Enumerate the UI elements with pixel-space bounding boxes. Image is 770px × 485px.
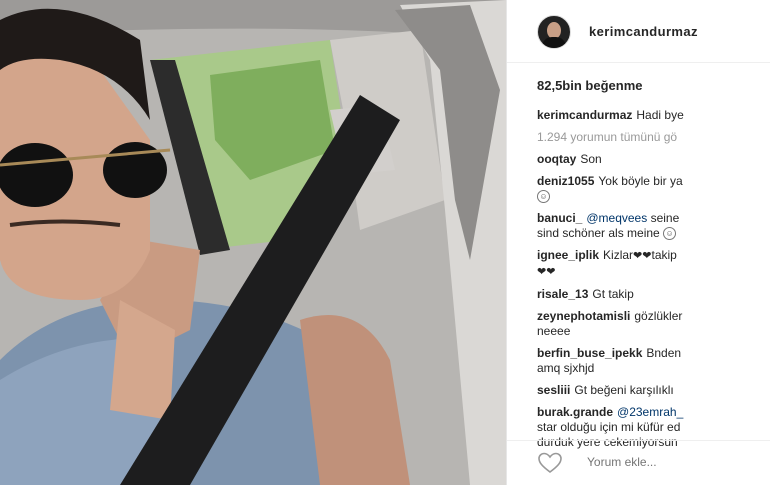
comment-mention[interactable]: @23emrah_ [617, 405, 683, 419]
comment-username[interactable]: burak.grande [537, 405, 613, 419]
comment-item: berfin_buse_ipekk Bnden amq sjxhjd [537, 346, 770, 376]
comment-text-line: amq sjxhjd [537, 361, 595, 375]
comment-username[interactable]: deniz1055 [537, 174, 594, 188]
comment-item: deniz1055 Yok böyle bir ya ☺ [537, 174, 770, 204]
add-comment-input[interactable] [585, 454, 759, 470]
post-side-panel: kerimcandurmaz 82,5bin beğenme kerimcand… [506, 0, 770, 485]
comment-text: seine [650, 211, 680, 225]
comment-item: banuci_ @meqvees seine sind schöner als m… [537, 211, 770, 241]
username-link[interactable]: kerimcandurmaz [589, 24, 698, 39]
caption: kerimcandurmaz Hadi bye [537, 108, 770, 123]
comment-text: Kizlar [603, 248, 634, 262]
comment-text: Yok böyle bir ya [598, 174, 683, 188]
comment-username[interactable]: risale_13 [537, 287, 588, 301]
comment-text: Bnden [646, 346, 682, 360]
heart-emoji-icon: ❤❤ [633, 250, 652, 262]
comment-text-line: sind schöner als meine [537, 226, 660, 240]
view-all-comments-link[interactable]: 1.294 yorumun tümünü gö [537, 130, 770, 145]
likes-count[interactable]: 82,5bin beğenme [537, 78, 642, 93]
comment-item: ignee_iplik Kizlar❤❤takip ❤❤ [537, 248, 770, 280]
post-header: kerimcandurmaz [507, 0, 770, 63]
comment-username[interactable]: berfin_buse_ipekk [537, 346, 642, 360]
comment-item: zeynephotamisli gözlükler neeee [537, 309, 770, 339]
comment-username[interactable]: zeynephotamisli [537, 309, 630, 323]
comment-text-line: star olduğu için mi küfür ed [537, 420, 681, 434]
comment-text: Gt beğeni karşılıklı [574, 383, 674, 397]
post-photo[interactable] [0, 0, 506, 485]
profile-avatar[interactable] [537, 15, 571, 49]
comment-item: risale_13 Gt takip [537, 287, 770, 302]
smile-emoji-icon: ☺ [537, 190, 550, 204]
caption-text: Hadi bye [636, 108, 684, 122]
heart-emoji-icon: ❤❤ [537, 266, 556, 278]
selfie-car-image [0, 0, 506, 485]
comment-text-line: neeee [537, 324, 571, 338]
comment-username[interactable]: sesliii [537, 383, 570, 397]
comment-list: kerimcandurmaz Hadi bye 1.294 yorumun tüm… [537, 108, 770, 457]
comment-text-line: takip [651, 248, 677, 262]
comment-footer [507, 440, 770, 485]
comment-text: Son [580, 152, 602, 166]
comment-username[interactable]: ooqtay [537, 152, 576, 166]
comment-mention[interactable]: @meqvees [586, 211, 647, 225]
comment-text: gözlükler [634, 309, 683, 323]
caption-username[interactable]: kerimcandurmaz [537, 108, 632, 122]
heart-outline-icon [538, 452, 562, 474]
comment-username[interactable]: banuci_ [537, 211, 582, 225]
smirk-emoji-icon: ☺ [663, 227, 677, 241]
comment-item: sesliii Gt beğeni karşılıklı [537, 383, 770, 398]
comment-item: ooqtay Son [537, 152, 770, 167]
comment-text: Gt takip [592, 287, 634, 301]
comment-username[interactable]: ignee_iplik [537, 248, 599, 262]
like-button[interactable] [537, 451, 563, 475]
